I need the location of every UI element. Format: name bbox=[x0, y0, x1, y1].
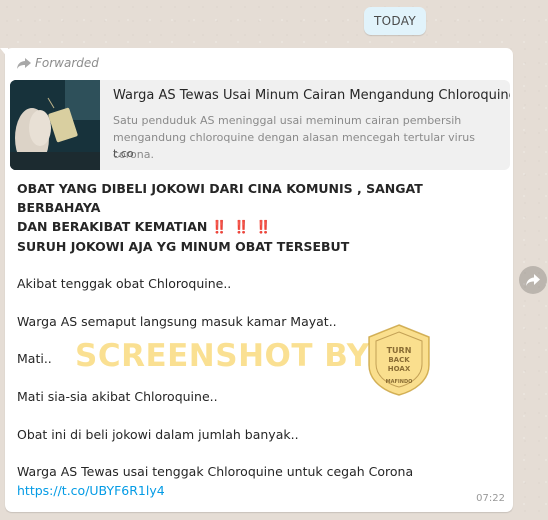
message-headline: OBAT YANG DIBELI JOKOWI DARI CINA KOMUNI… bbox=[17, 179, 509, 236]
forward-arrow-icon bbox=[17, 57, 31, 69]
headline-line-2: DAN BERAKIBAT KEMATIAN bbox=[17, 219, 208, 234]
preview-description: Satu penduduk AS meninggal usai meminum … bbox=[113, 114, 475, 161]
date-pill: TODAY bbox=[364, 7, 426, 35]
message-line: Akibat tenggak obat Chloroquine.. bbox=[17, 276, 232, 291]
svg-text:TURN: TURN bbox=[387, 346, 412, 355]
headline-line-2-wrap: DAN BERAKIBAT KEMATIAN ‼️ ‼️ ‼️ bbox=[17, 217, 509, 236]
message-line: Warga AS Tewas usai tenggak Chloroquine … bbox=[17, 464, 414, 479]
preview-thumbnail bbox=[10, 80, 100, 170]
bubble-tail bbox=[0, 48, 8, 58]
message-line-command: SURUH JOKOWI AJA YG MINUM OBAT TERSEBUT bbox=[17, 239, 350, 254]
message-link[interactable]: https://t.co/UBYF6R1ly4 bbox=[17, 481, 509, 500]
forwarded-label: Forwarded bbox=[35, 56, 99, 70]
message-bubble[interactable]: Forwarded Warga AS Tewas Usai Minum Cair… bbox=[0, 48, 513, 512]
message-line: Warga AS semaput langsung masuk kamar Ma… bbox=[17, 314, 337, 329]
svg-text:HOAX: HOAX bbox=[388, 365, 411, 373]
svg-text:MAFINDO: MAFINDO bbox=[386, 379, 413, 385]
message-timestamp: 07:22 bbox=[476, 493, 505, 504]
watermark-text: SCREENSHOT BY bbox=[75, 338, 370, 374]
message-line: Obat ini di beli jokowi dalam jumlah ban… bbox=[17, 427, 299, 442]
headline-line-1: OBAT YANG DIBELI JOKOWI DARI CINA KOMUNI… bbox=[17, 181, 423, 215]
forwarded-indicator: Forwarded bbox=[17, 56, 99, 70]
preview-domain: t.co bbox=[113, 147, 134, 160]
preview-title: Warga AS Tewas Usai Minum Cairan Mengand… bbox=[113, 88, 510, 103]
message-line: Mati sia-sia akibat Chloroquine.. bbox=[17, 389, 218, 404]
share-arrow-icon bbox=[526, 274, 540, 286]
double-exclamation-emoji: ‼️ ‼️ ‼️ bbox=[211, 219, 273, 234]
mafindo-seal-logo: TURN BACK HOAX MAFINDO bbox=[368, 324, 430, 396]
forward-message-button[interactable] bbox=[519, 266, 547, 294]
svg-text:BACK: BACK bbox=[388, 356, 410, 364]
link-preview-card[interactable]: Warga AS Tewas Usai Minum Cairan Mengand… bbox=[10, 80, 510, 170]
